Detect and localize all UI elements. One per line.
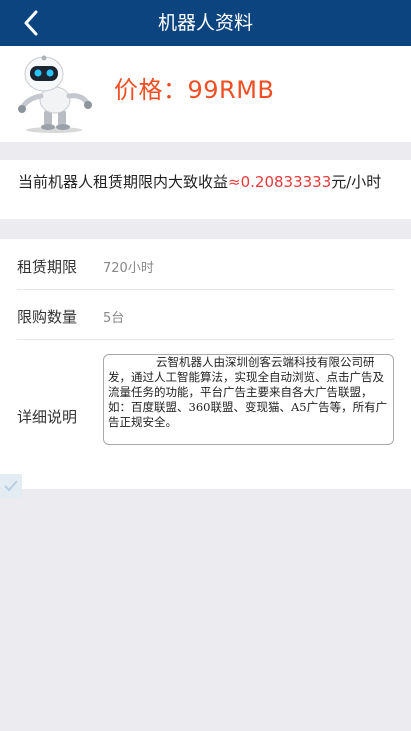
lease-period-row: 租赁期限 720小时	[17, 239, 394, 290]
income-text: 当前机器人租赁期限内大致收益≈0.20833333元/小时	[18, 174, 390, 190]
description-label: 详细说明	[17, 408, 78, 426]
purchase-limit-value: 5台	[103, 311, 125, 326]
page-title: 机器人资料	[157, 12, 253, 34]
lease-period-label: 租赁期限	[17, 258, 78, 276]
checkmark-icon	[4, 480, 18, 492]
purchase-limit-row: 限购数量 5台	[17, 290, 394, 340]
robot-image	[18, 55, 92, 133]
income-card: 当前机器人租赁期限内大致收益≈0.20833333元/小时	[0, 160, 411, 219]
purchase-limit-label: 限购数量	[17, 308, 78, 326]
income-unit: 元/小时	[331, 173, 382, 191]
income-value: ≈0.20833333	[228, 173, 332, 191]
product-card: 价格：99RMB	[0, 46, 411, 142]
details-card: 租赁期限 720小时 限购数量 5台 详细说明 云智机器人由深圳创客云端科技有限…	[0, 239, 411, 489]
description-textarea[interactable]: 云智机器人由深圳创客云端科技有限公司研发，通过人工智能算法，实现全自动浏览、点击…	[103, 354, 394, 445]
top-nav-bar: 机器人资料	[0, 0, 411, 46]
price-label: 价格：99RMB	[114, 76, 275, 104]
checkmark-toggle[interactable]	[0, 474, 22, 498]
income-prefix: 当前机器人租赁期限内大致收益	[18, 173, 229, 191]
lease-period-value: 720小时	[103, 261, 154, 276]
